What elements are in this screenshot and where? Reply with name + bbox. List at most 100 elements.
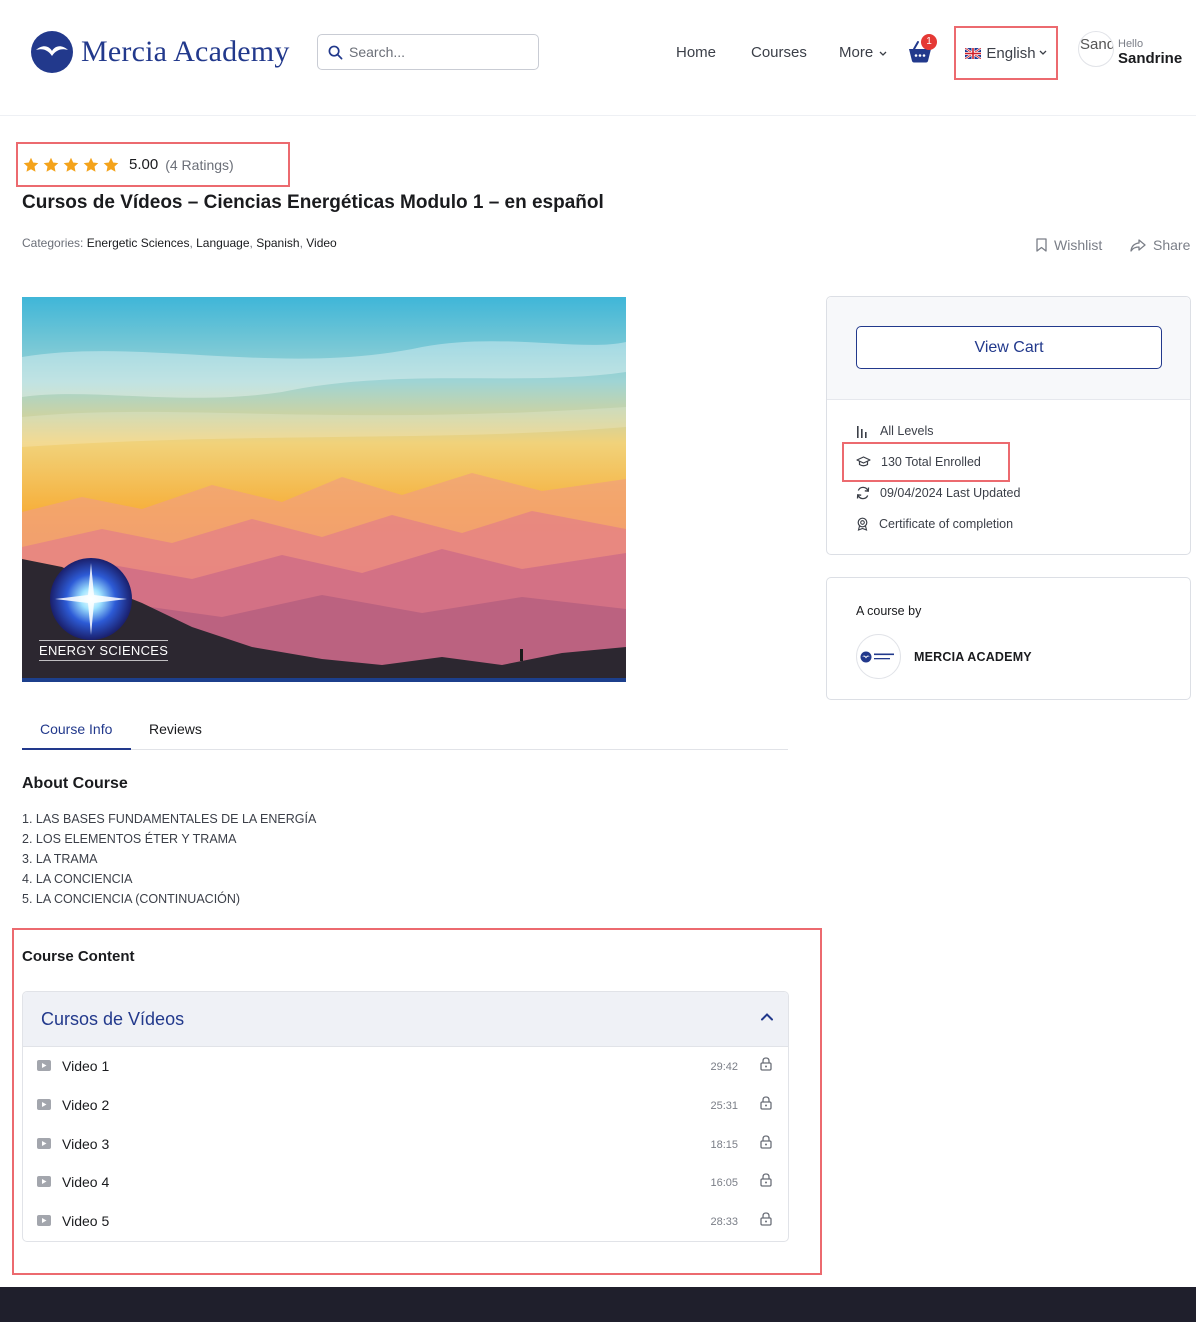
search-input[interactable] [349, 44, 529, 60]
about-title: About Course [22, 775, 128, 792]
list-item: 1. LAS BASES FUNDAMENTALES DE LA ENERGÍA [22, 812, 317, 826]
rating-value: 5.00 [129, 156, 159, 173]
logo-bird-icon [860, 651, 894, 662]
site-header: Mercia Academy Home Courses More 1 Engli… [0, 0, 1196, 116]
uk-flag-icon [965, 47, 982, 59]
share-icon [1130, 238, 1146, 252]
view-cart-button[interactable]: View Cart [856, 326, 1162, 369]
video-play-icon [37, 1137, 51, 1149]
category-link[interactable]: Video [306, 236, 336, 250]
nav-home[interactable]: Home [676, 44, 716, 61]
course-rating: 5.00 (4 Ratings) [16, 142, 290, 187]
nav-more[interactable]: More [839, 44, 887, 61]
lesson-row[interactable]: Video 4 16:05 [23, 1163, 788, 1202]
lesson-row[interactable]: Video 2 25:31 [23, 1086, 788, 1125]
user-avatar[interactable]: Sand [1078, 31, 1114, 67]
category-link[interactable]: Spanish [256, 236, 299, 250]
list-item: 5. LA CONCIENCIA (CONTINUACIÓN) [22, 892, 241, 906]
star-icon [103, 157, 119, 172]
lock-icon [760, 1212, 772, 1226]
lesson-duration: 29:42 [710, 1061, 738, 1073]
search-box[interactable] [317, 34, 539, 70]
user-name[interactable]: Sandrine [1118, 50, 1182, 67]
video-play-icon [37, 1098, 51, 1110]
cart-count-badge: 1 [921, 34, 937, 50]
site-footer [0, 1287, 1196, 1322]
nav-courses[interactable]: Courses [751, 44, 807, 61]
certificate-label: Certificate of completion [879, 517, 1014, 531]
course-content-title: Course Content [22, 948, 135, 965]
star-icon [83, 157, 99, 172]
lock-icon [760, 1057, 772, 1071]
language-selector[interactable]: English [954, 26, 1058, 80]
logo-bird-icon [31, 31, 73, 73]
lesson-duration: 25:31 [710, 1099, 738, 1112]
category-link[interactable]: Energetic Sciences [87, 236, 190, 250]
instructor-byline: A course by [856, 604, 922, 618]
tab-course-info[interactable]: Course Info [40, 721, 112, 737]
list-item: 4. LA CONCIENCIA [22, 872, 133, 886]
about-list: 1. LAS BASES FUNDAMENTALES DE LA ENERGÍA… [22, 809, 316, 909]
course-tabs: Course Info Reviews [22, 710, 788, 750]
chevron-up-icon [761, 1013, 773, 1021]
lesson-title: Video 3 [62, 1135, 110, 1152]
lesson-title: Video 5 [62, 1213, 110, 1230]
enrolled-highlight [842, 442, 1010, 482]
topic-accordion: Cursos de Vídeos Video 1 29:42 Video 2 2… [22, 991, 789, 1242]
active-tab-indicator [22, 748, 131, 750]
course-level: All Levels [856, 424, 934, 438]
lesson-duration: 16:05 [710, 1177, 738, 1190]
language-label: English [986, 44, 1036, 62]
logo-text: Mercia Academy [81, 35, 290, 68]
topic-title: Cursos de Vídeos [41, 1009, 185, 1029]
lesson-duration: 28:33 [710, 1216, 738, 1229]
star-icon [23, 157, 39, 172]
lesson-row[interactable]: Video 1 29:42 [23, 1047, 788, 1086]
lesson-title: Video 1 [62, 1058, 110, 1074]
lesson-row[interactable]: Video 5 28:33 [23, 1202, 788, 1241]
lesson-title: Video 4 [62, 1174, 110, 1191]
chevron-down-icon [1039, 50, 1047, 55]
wishlist-label: Wishlist [1054, 237, 1103, 253]
lock-icon [760, 1134, 772, 1149]
certificate-icon [857, 517, 868, 531]
refresh-icon [856, 486, 870, 500]
search-icon [328, 45, 343, 59]
lesson-row[interactable]: Video 3 18:15 [23, 1125, 788, 1164]
lesson-duration: 18:15 [710, 1138, 738, 1151]
share-button[interactable]: Share [1130, 237, 1190, 253]
certificate: Certificate of completion [856, 517, 1013, 531]
level-bars-icon [857, 425, 867, 438]
tab-reviews[interactable]: Reviews [149, 721, 202, 737]
video-play-icon [37, 1176, 51, 1188]
course-level-label: All Levels [880, 424, 934, 438]
star-icon [43, 157, 59, 172]
list-item: 2. LOS ELEMENTOS ÉTER Y TRAMA [22, 832, 237, 846]
last-updated-label: 09/04/2024 Last Updated [880, 486, 1021, 500]
site-logo[interactable]: Mercia Academy [31, 31, 290, 73]
video-play-icon [37, 1060, 51, 1071]
chevron-down-icon [879, 51, 887, 56]
topic-header[interactable]: Cursos de Vídeos [23, 992, 788, 1047]
last-updated: 09/04/2024 Last Updated [856, 486, 1020, 500]
wishlist-button[interactable]: Wishlist [1036, 237, 1102, 253]
video-play-icon [37, 1215, 51, 1227]
lock-icon [760, 1096, 772, 1110]
share-label: Share [1153, 237, 1191, 253]
list-item: 3. LA TRAMA [22, 852, 98, 866]
thumbnail-caption: ENERGY SCIENCES [39, 640, 169, 661]
rating-count: (4 Ratings) [165, 156, 234, 173]
categories-label: Categories: [22, 236, 84, 250]
instructor-avatar[interactable] [856, 634, 901, 679]
hello-label: Hello [1118, 38, 1144, 50]
category-link[interactable]: Language [196, 236, 249, 250]
lock-icon [760, 1173, 772, 1188]
instructor-card: A course by MERCIA ACADEMY [826, 577, 1191, 700]
lesson-title: Video 2 [62, 1096, 110, 1113]
instructor-name[interactable]: MERCIA ACADEMY [914, 650, 1032, 664]
course-title: Cursos de Vídeos – Ciencias Energéticas … [22, 192, 604, 213]
bookmark-icon [1036, 238, 1047, 252]
course-categories: Categories: Energetic Sciences, Language… [22, 236, 337, 250]
nav-more-label: More [839, 44, 874, 61]
enroll-card-header: View Cart [827, 297, 1190, 400]
